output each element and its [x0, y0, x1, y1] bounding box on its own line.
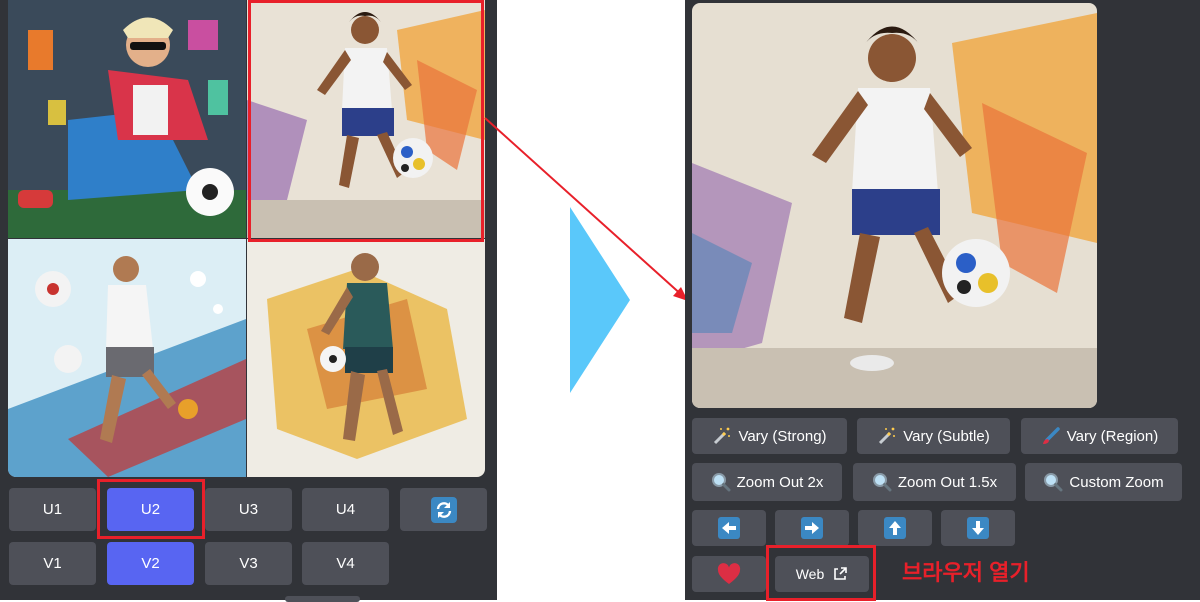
highlight-u2-button	[97, 479, 205, 539]
annotation-open-browser: 브라우저 열기	[902, 560, 1030, 585]
upscale-button-4-label: U4	[335, 501, 356, 518]
vary-subtle-button[interactable]: Vary (Subtle)	[857, 418, 1010, 454]
custom-zoom-label: Custom Zoom	[1069, 473, 1164, 491]
arrow-left-icon	[718, 517, 740, 539]
variation-button-4-label: V4	[336, 555, 355, 572]
variation-button-3-label: V3	[239, 555, 258, 572]
variation-button-3[interactable]: V3	[205, 542, 292, 585]
vary-subtle-label: Vary (Subtle)	[903, 427, 990, 445]
magic-wand-icon	[712, 426, 732, 446]
highlight-web-button	[766, 545, 876, 601]
variation-button-2-label: V2	[141, 555, 160, 572]
upscale-button-4[interactable]: U4	[302, 488, 389, 531]
paintbrush-icon	[1041, 426, 1061, 446]
custom-zoom-button[interactable]: Custom Zoom	[1025, 463, 1182, 501]
vary-region-label: Vary (Region)	[1066, 427, 1159, 445]
arrow-down-icon	[967, 517, 989, 539]
heart-icon	[717, 563, 741, 585]
magnifier-icon	[872, 472, 892, 492]
arrow-up-icon	[884, 517, 906, 539]
upscale-button-3[interactable]: U3	[205, 488, 292, 531]
vary-strong-label: Vary (Strong)	[738, 427, 827, 445]
zoom-out-2x-button[interactable]: Zoom Out 2x	[692, 463, 842, 501]
grid-image-3[interactable]	[8, 239, 246, 477]
zoom-out-1-5x-button[interactable]: Zoom Out 1.5x	[853, 463, 1016, 501]
grid-image-3-art	[8, 239, 246, 477]
pan-right-button[interactable]	[775, 510, 849, 546]
zoom-out-2x-label: Zoom Out 2x	[736, 473, 824, 491]
partial-button-edge	[285, 596, 360, 602]
refresh-icon	[430, 496, 457, 523]
upscale-button-1[interactable]: U1	[9, 488, 96, 531]
grid-image-4[interactable]	[247, 239, 485, 477]
favorite-button[interactable]	[692, 556, 766, 592]
variation-button-1[interactable]: V1	[9, 542, 96, 585]
connector-arrow	[484, 117, 688, 301]
pan-up-button[interactable]	[858, 510, 932, 546]
upscale-button-1-label: U1	[42, 501, 63, 518]
reroll-button[interactable]	[400, 488, 487, 531]
arrow-right-icon	[801, 517, 823, 539]
upscaled-image-art	[692, 3, 1097, 408]
variation-button-2[interactable]: V2	[107, 542, 194, 585]
magnifier-icon	[1043, 472, 1063, 492]
magnifier-icon	[711, 472, 731, 492]
variation-button-4[interactable]: V4	[302, 542, 389, 585]
grid-image-4-art	[247, 239, 485, 477]
highlight-selected-image	[248, 0, 484, 242]
pan-left-button[interactable]	[692, 510, 766, 546]
upscale-button-3-label: U3	[238, 501, 259, 518]
vary-region-button[interactable]: Vary (Region)	[1021, 418, 1178, 454]
vary-strong-button[interactable]: Vary (Strong)	[692, 418, 847, 454]
variation-button-1-label: V1	[43, 555, 62, 572]
right-panel: Vary (Strong) Vary (Subtle) Vary (Region…	[685, 0, 1200, 600]
grid-image-1[interactable]	[8, 0, 246, 238]
zoom-out-1-5x-label: Zoom Out 1.5x	[897, 473, 998, 491]
pan-down-button[interactable]	[941, 510, 1015, 546]
grid-image-1-art	[8, 0, 246, 238]
upscaled-image[interactable]	[692, 3, 1097, 408]
magic-wand-icon	[877, 426, 897, 446]
